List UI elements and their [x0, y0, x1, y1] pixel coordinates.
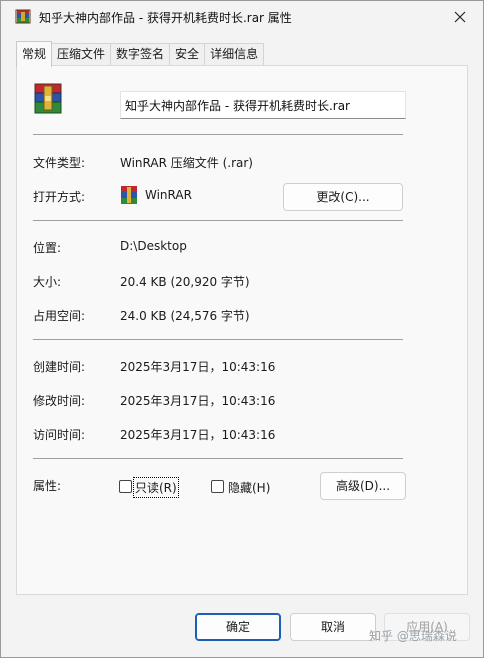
tab-archive[interactable]: 压缩文件 [51, 43, 112, 66]
window-title: 知乎大神内部作品 - 获得开机耗费时长.rar 属性 [39, 11, 292, 25]
winrar-icon [15, 9, 31, 24]
separator [33, 458, 403, 459]
tab-bar: 常规 压缩文件 数字签名 安全 详细信息 [16, 41, 265, 67]
cancel-button[interactable]: 取消 [290, 613, 376, 641]
separator [33, 134, 403, 135]
title-bar: 知乎大神内部作品 - 获得开机耗费时长.rar 属性 [1, 1, 483, 33]
winrar-archive-icon [34, 83, 62, 114]
file-type-label: 文件类型: [33, 156, 86, 170]
size-on-disk-value: 24.0 KB (24,576 字节) [120, 309, 250, 323]
tab-details[interactable]: 详细信息 [204, 43, 265, 66]
close-button[interactable] [447, 5, 473, 29]
file-type-value: WinRAR 压缩文件 (.rar) [120, 156, 253, 170]
accessed-value: 2025年3月17日，10:43:16 [120, 428, 276, 442]
open-with-label: 打开方式: [33, 190, 86, 204]
advanced-button[interactable]: 高级(D)... [320, 472, 406, 500]
properties-dialog: 知乎大神内部作品 - 获得开机耗费时长.rar 属性 常规 压缩文件 数字签名 … [0, 0, 484, 658]
separator [33, 339, 403, 340]
size-label: 大小: [33, 275, 62, 289]
tab-general[interactable]: 常规 [16, 41, 53, 67]
accessed-label: 访问时间: [33, 428, 86, 442]
watermark: 知乎 @思瑞森说 [369, 629, 457, 643]
change-button[interactable]: 更改(C)... [283, 183, 403, 211]
ok-button[interactable]: 确定 [195, 613, 281, 641]
location-value: D:\Desktop [120, 239, 187, 253]
modified-label: 修改时间: [33, 394, 86, 408]
general-panel: 文件类型: WinRAR 压缩文件 (.rar) 打开方式: WinRAR 更改… [16, 65, 468, 595]
size-value: 20.4 KB (20,920 字节) [120, 275, 250, 289]
readonly-checkbox[interactable] [119, 480, 132, 493]
close-icon [454, 11, 466, 23]
created-label: 创建时间: [33, 360, 86, 374]
open-with-value: WinRAR [145, 188, 192, 202]
winrar-app-icon [121, 186, 137, 204]
attributes-label: 属性: [33, 479, 62, 493]
tab-security[interactable]: 安全 [169, 43, 206, 66]
location-label: 位置: [33, 241, 62, 255]
modified-value: 2025年3月17日，10:43:16 [120, 394, 276, 408]
separator [33, 220, 403, 221]
size-on-disk-label: 占用空间: [33, 309, 86, 323]
hidden-checkbox[interactable] [211, 480, 224, 493]
file-name-field[interactable] [120, 91, 406, 119]
created-value: 2025年3月17日，10:43:16 [120, 360, 276, 374]
tab-digital-signatures[interactable]: 数字签名 [110, 43, 171, 66]
hidden-label[interactable]: 隐藏(H) [228, 479, 270, 496]
readonly-label[interactable]: 只读(R) [133, 477, 179, 498]
